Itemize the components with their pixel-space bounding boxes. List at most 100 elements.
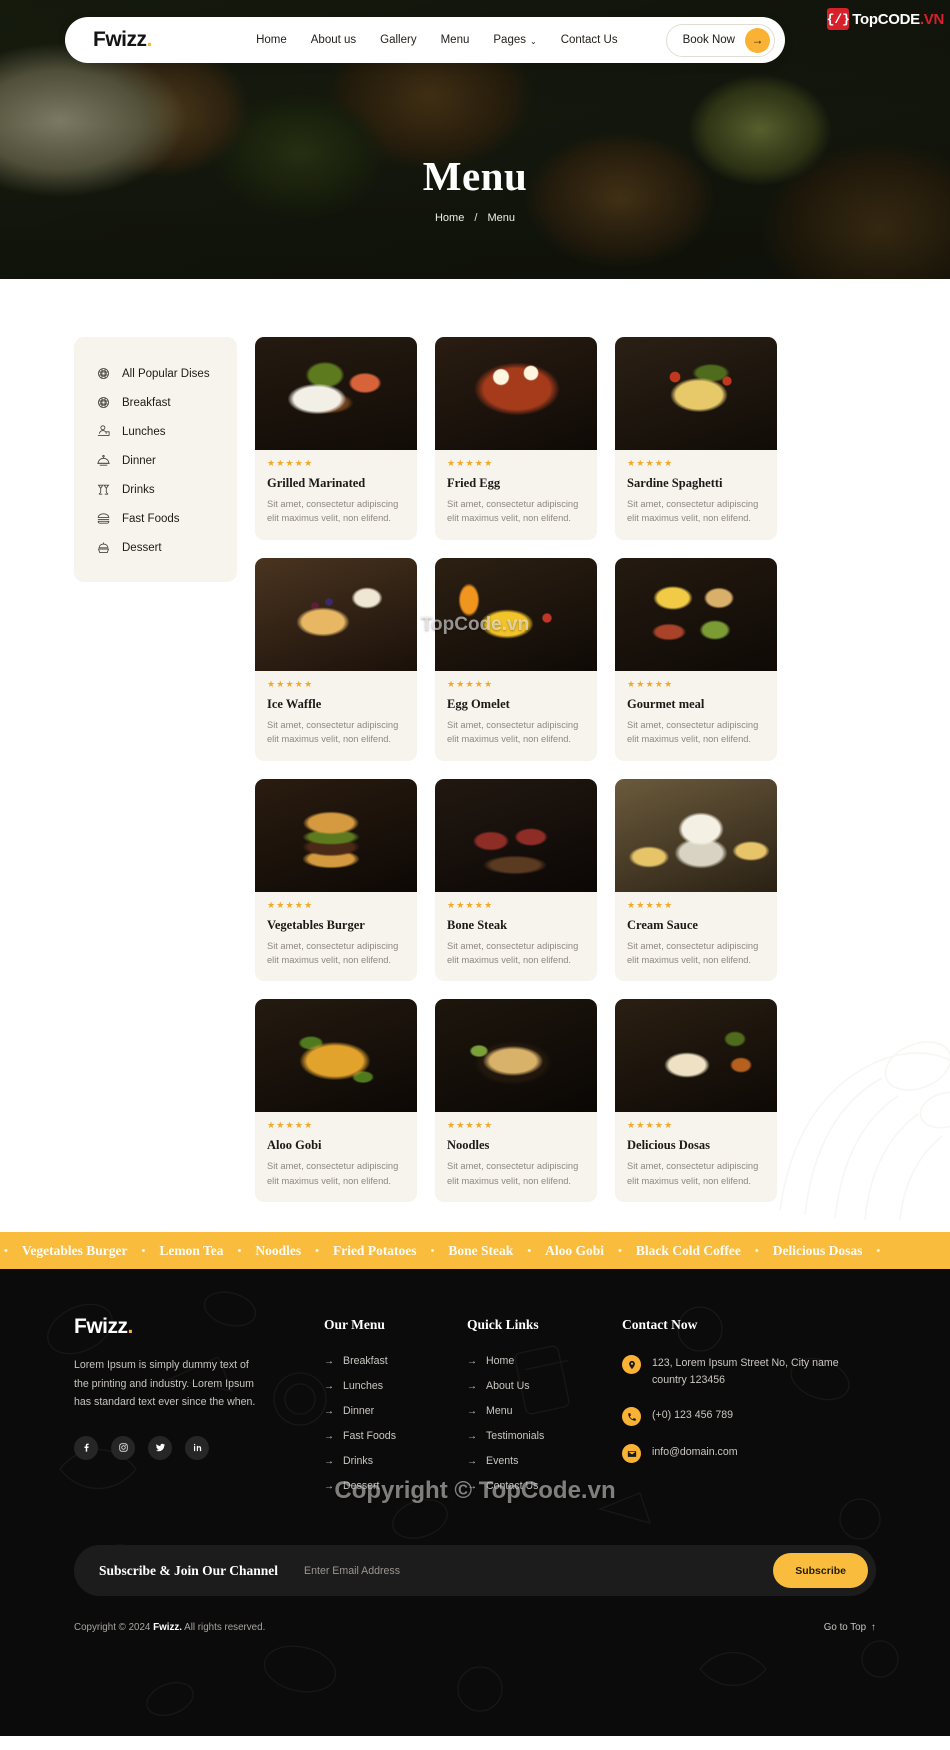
nav-label: Menu [440,34,470,46]
breadcrumb-home[interactable]: Home [435,212,464,224]
copyright-bar: Copyright © 2024 Fwizz. All rights reser… [74,1622,876,1647]
dish-card[interactable]: ★★★★★ Bone Steak Sit amet, consectetur a… [435,778,597,982]
cupcake-icon [96,540,111,555]
dish-row: ★★★★★ Grilled Marinated Sit amet, consec… [255,337,950,540]
dish-body: ★★★★★ Ice Waffle Sit amet, consectetur a… [255,671,417,761]
link-label: Dessert [343,1480,380,1493]
nav-item-pages[interactable]: Pages ⌄ [493,34,536,46]
category-label: Drinks [122,483,155,496]
link-label: Events [486,1455,519,1468]
dish-card[interactable]: ★★★★★ Fried Egg Sit amet, consectetur ad… [435,337,597,540]
dish-card[interactable]: ★★★★★ Gourmet meal Sit amet, consectetur… [615,557,777,761]
dish-card[interactable]: ★★★★★ Aloo Gobi Sit amet, consectetur ad… [255,999,417,1203]
phone-icon [622,1407,641,1427]
dish-card[interactable]: ★★★★★ Cream Sauce Sit amet, consectetur … [615,778,777,982]
go-to-top-button[interactable]: Go to Top ↑ [824,1622,876,1633]
footer-menu-column: Our Menu → Breakfast → Lunches → Dinner → Fa… [324,1315,467,1505]
dish-card[interactable]: ★★★★★ Noodles Sit amet, consectetur adip… [435,999,597,1203]
footer-brand-column: Fwizz. Lorem Ipsum is simply dummy text … [74,1315,324,1505]
marquee-item: Delicious Dosas [772,1242,863,1258]
footer-link-breakfast[interactable]: → Breakfast [324,1355,467,1367]
category-item-drinks[interactable]: Drinks [74,475,237,504]
marquee-item: Bone Steak [448,1242,514,1258]
facebook-icon[interactable] [74,1435,98,1460]
footer-quick-heading: Quick Links [467,1317,539,1333]
footer-contact-heading: Contact Now [622,1317,698,1333]
dish-body: ★★★★★ Fried Egg Sit amet, consectetur ad… [435,450,597,540]
dish-body: ★★★★★ Cream Sauce Sit amet, consectetur … [615,892,777,982]
breadcrumb: Home / Menu [0,212,950,224]
footer-link-about-us[interactable]: → About Us [467,1380,622,1392]
rating-stars: ★★★★★ [267,899,314,910]
instagram-icon[interactable] [111,1435,135,1460]
marquee-item: Fried Potatoes [332,1242,417,1258]
arrow-right-icon: → [745,27,770,53]
footer-contact-column: Contact Now 123, Lorem Ipsum Street No, … [622,1315,852,1505]
link-label: Breakfast [343,1355,388,1368]
dish-card[interactable]: ★★★★★ Grilled Marinated Sit amet, consec… [255,337,417,540]
contact-email[interactable]: info@domain.com [622,1444,852,1464]
nav-item-gallery[interactable]: Gallery [380,34,416,46]
category-item-dinner[interactable]: Dinner [74,446,237,475]
link-label: About Us [486,1380,530,1393]
dish-description: Sit amet, consectetur adipiscing elit ma… [627,719,759,745]
site-logo[interactable]: Fwizz. [93,28,152,52]
dish-image [615,778,777,892]
category-label: Breakfast [122,396,171,409]
marquee-item: Vegetables Burger [21,1242,128,1258]
nav-item-menu[interactable]: Menu [441,34,470,46]
rating-stars: ★★★★★ [447,1120,494,1131]
subscribe-button[interactable]: Subscribe [773,1553,868,1589]
footer-link-contact-us[interactable]: → Contact Us [467,1480,622,1492]
nav-item-about-us[interactable]: About us [311,34,356,46]
contact-address-text: 123, Lorem Ipsum Street No, City name co… [652,1357,839,1387]
footer-link-lunches[interactable]: → Lunches [324,1380,467,1392]
footer-link-testimonials[interactable]: → Testimonials [467,1430,622,1442]
footer-link-drinks[interactable]: → Drinks [324,1455,467,1467]
dish-image [435,337,597,450]
arrow-right-icon: → [467,1480,477,1492]
dish-description: Sit amet, consectetur adipiscing elit ma… [447,719,579,745]
footer-link-dessert[interactable]: → Dessert [324,1480,467,1492]
footer-link-dinner[interactable]: → Dinner [324,1405,467,1417]
contact-phone[interactable]: (+0) 123 456 789 [622,1407,852,1427]
dish-card[interactable]: ★★★★★ Sardine Spaghetti Sit amet, consec… [615,337,777,540]
contact-address: 123, Lorem Ipsum Street No, City name co… [622,1355,852,1389]
rating-stars: ★★★★★ [267,458,314,468]
dish-title: Grilled Marinated [267,476,366,490]
nav-item-contact-us[interactable]: Contact Us [561,34,618,46]
dish-card[interactable]: ★★★★★ Vegetables Burger Sit amet, consec… [255,778,417,982]
category-item-all-popular-dises[interactable]: All Popular Dises [74,359,237,388]
dish-title: Cream Sauce [627,917,698,932]
noodle-bowl-icon [96,366,111,381]
site-footer: Fwizz. Lorem Ipsum is simply dummy text … [0,1269,950,1737]
category-item-lunches[interactable]: Lunches [74,417,237,446]
dish-description: Sit amet, consectetur adipiscing elit ma… [267,1161,399,1186]
footer-link-events[interactable]: → Events [467,1455,622,1467]
category-item-fast-foods[interactable]: Fast Foods [74,504,237,533]
nav-item-home[interactable]: Home [256,34,287,46]
footer-description: Lorem Ipsum is simply dummy text of the … [74,1359,256,1409]
dish-card[interactable]: ★★★★★ Egg Omelet Sit amet, consectetur a… [435,557,597,761]
go-to-top-label: Go to Top [823,1622,867,1634]
category-label: Dinner [122,454,156,467]
footer-link-home[interactable]: → Home [467,1355,622,1367]
logo-dot: . [146,28,153,51]
dish-card[interactable]: ★★★★★ Delicious Dosas Sit amet, consecte… [615,999,777,1203]
footer-link-menu[interactable]: → Menu [467,1405,622,1417]
footer-link-fast-foods[interactable]: → Fast Foods [324,1430,467,1442]
dish-card[interactable]: ★★★★★ Ice Waffle Sit amet, consectetur a… [255,557,417,761]
twitter-icon[interactable] [148,1435,172,1460]
email-input[interactable] [298,1564,774,1577]
linkedin-icon[interactable] [185,1435,209,1460]
nav-label: Pages [493,34,526,46]
arrow-right-icon: → [467,1430,477,1442]
category-item-breakfast[interactable]: Breakfast [74,388,237,417]
dish-row: ★★★★★ Ice Waffle Sit amet, consectetur a… [255,557,950,761]
footer-logo[interactable]: Fwizz. [74,1315,324,1339]
nav-label: Home [256,34,287,46]
dish-title: Aloo Gobi [267,1138,322,1153]
dish-body: ★★★★★ Delicious Dosas Sit amet, consecte… [615,1112,777,1202]
category-item-dessert[interactable]: Dessert [74,533,237,562]
book-now-button[interactable]: Book Now → [665,23,775,57]
